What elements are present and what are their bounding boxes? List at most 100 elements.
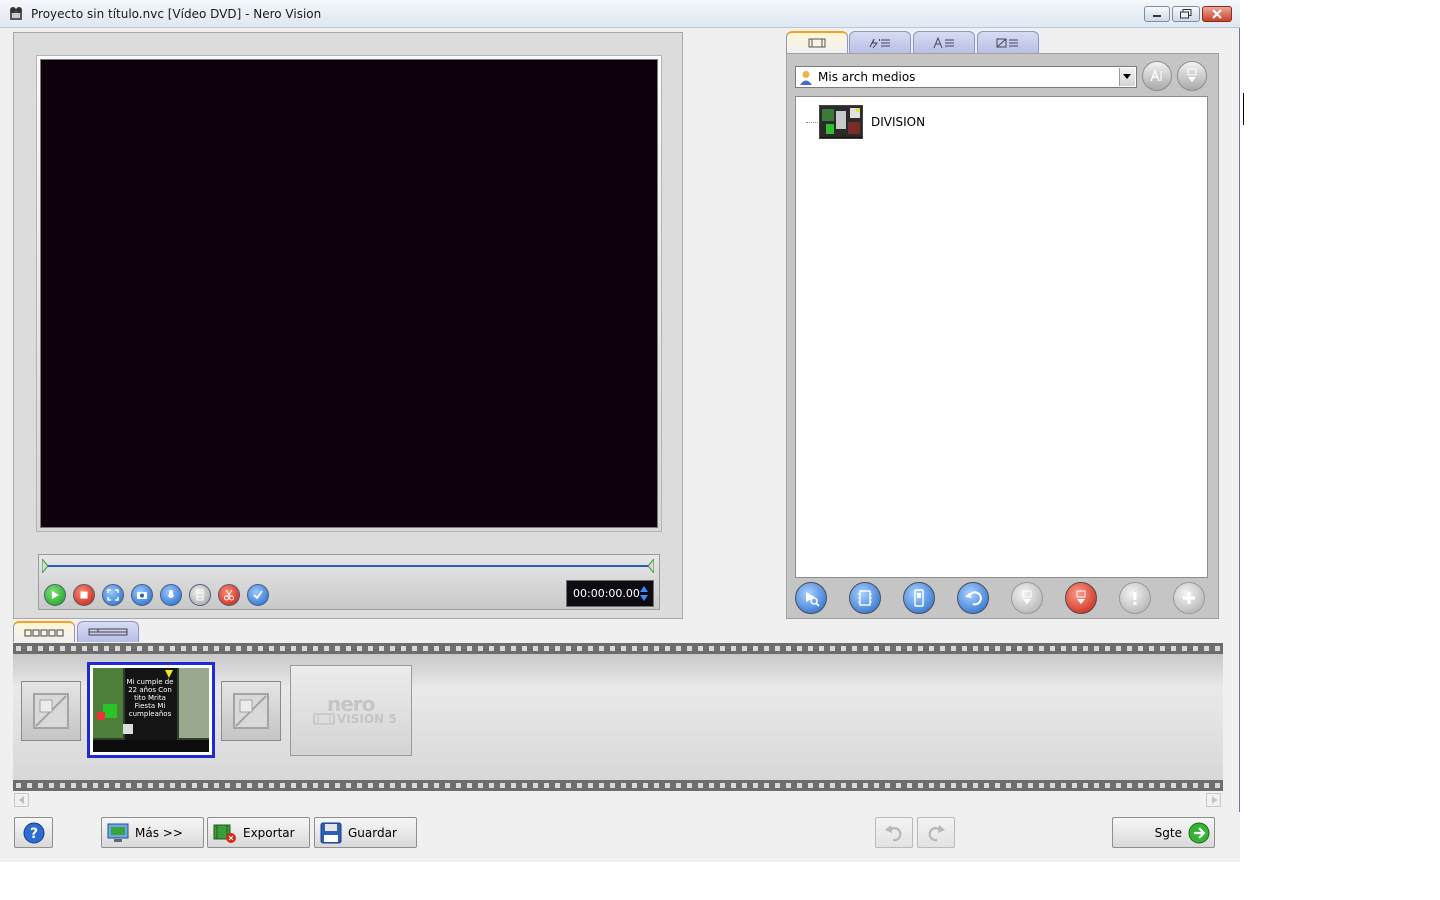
capture-video-button[interactable] bbox=[849, 582, 881, 614]
film-strip-top bbox=[13, 643, 1223, 654]
tree-connector bbox=[806, 122, 818, 123]
text-cursor bbox=[1243, 93, 1244, 125]
tab-effects[interactable] bbox=[849, 31, 911, 53]
film-strip-bottom bbox=[13, 780, 1223, 791]
search-play-icon bbox=[806, 592, 820, 607]
save-disk-icon bbox=[320, 822, 342, 843]
text-list-icon bbox=[933, 36, 954, 48]
camera-icon bbox=[137, 592, 147, 599]
stop-button[interactable] bbox=[73, 584, 95, 606]
cut-button[interactable] bbox=[218, 584, 240, 606]
restore-icon bbox=[1180, 9, 1192, 19]
next-arrow-icon bbox=[1188, 822, 1210, 843]
scroll-right-button[interactable] bbox=[1206, 793, 1221, 807]
clip-caption: Mi cumple de 22 años Con tito Mrita Fies… bbox=[126, 678, 174, 718]
seek-end-marker[interactable] bbox=[648, 559, 654, 573]
media-list[interactable]: DIVISION bbox=[795, 96, 1208, 578]
storyboard[interactable]: Mi cumple de 22 años Con tito Mrita Fies… bbox=[13, 643, 1223, 791]
fullscreen-button[interactable] bbox=[102, 584, 124, 606]
media-source-dropdown[interactable]: Mis arch medios bbox=[795, 66, 1137, 88]
import-device-button[interactable] bbox=[903, 582, 935, 614]
video-preview-screen[interactable] bbox=[40, 59, 658, 528]
media-info-button[interactable] bbox=[1119, 582, 1151, 614]
bottom-bar: ? Más >> Exportar Guardar Sgte bbox=[0, 812, 1240, 862]
film-capture-icon bbox=[858, 590, 872, 606]
microphone-icon bbox=[167, 590, 175, 598]
export-button[interactable]: Exportar bbox=[207, 817, 310, 848]
more-button-label: Más >> bbox=[135, 825, 183, 840]
storyboard-view-icon bbox=[24, 629, 64, 636]
import-down-icon bbox=[1187, 68, 1197, 82]
seek-start-marker[interactable] bbox=[42, 559, 48, 573]
help-button[interactable]: ? bbox=[14, 817, 53, 848]
transition-slot[interactable] bbox=[21, 681, 81, 741]
snapshot-button[interactable] bbox=[131, 584, 153, 606]
undo-button[interactable] bbox=[875, 817, 913, 848]
window-title: Proyecto sin título.nvc [Vídeo DVD] - Ne… bbox=[31, 7, 322, 21]
dropdown-arrow-button[interactable] bbox=[1119, 68, 1135, 86]
fullscreen-icon bbox=[107, 589, 119, 601]
timeline-view-icon bbox=[88, 628, 128, 636]
record-audio-button[interactable] bbox=[160, 584, 182, 606]
preview-bezel bbox=[36, 55, 662, 532]
plus-icon bbox=[1183, 592, 1195, 604]
storyboard-scrollbar[interactable] bbox=[13, 792, 1223, 808]
device-import-icon bbox=[914, 589, 924, 607]
media-item-label: DIVISION bbox=[871, 115, 926, 129]
tab-text[interactable] bbox=[913, 31, 975, 53]
monitor-more-icon bbox=[107, 823, 129, 842]
help-icon: ? bbox=[23, 822, 44, 843]
svg-text:?: ? bbox=[29, 826, 37, 842]
minimize-icon bbox=[1153, 15, 1161, 17]
chapter-button[interactable] bbox=[189, 584, 211, 606]
import-options-button[interactable] bbox=[1177, 61, 1207, 91]
nero-app-icon[interactable] bbox=[8, 6, 24, 22]
sort-alphabetical-button[interactable] bbox=[1142, 61, 1172, 91]
close-button[interactable] bbox=[1202, 6, 1232, 22]
seek-slider[interactable] bbox=[45, 565, 649, 567]
user-icon bbox=[800, 71, 812, 85]
media-source-value: Mis arch medios bbox=[818, 70, 916, 84]
scroll-left-button[interactable] bbox=[14, 793, 29, 807]
next-button[interactable]: Sgte bbox=[1112, 817, 1215, 848]
title-bar: Proyecto sin título.nvc [Vídeo DVD] - Ne… bbox=[0, 0, 1240, 28]
undo-import-button[interactable] bbox=[957, 582, 989, 614]
redo-button[interactable] bbox=[917, 817, 955, 848]
nero-vision-version: VISION 5 bbox=[337, 712, 397, 726]
media-thumbnail[interactable] bbox=[819, 105, 863, 139]
add-media-button[interactable] bbox=[1173, 582, 1205, 614]
transition-list-icon bbox=[996, 38, 1018, 47]
tab-transitions[interactable] bbox=[977, 31, 1039, 53]
undo-icon bbox=[885, 824, 902, 841]
transport-bar: 00:00:00.00 bbox=[38, 554, 660, 610]
undo-arrow-icon bbox=[965, 591, 982, 606]
clip-thumbnail: Mi cumple de 22 años Con tito Mrita Fies… bbox=[93, 668, 209, 752]
export-button-label: Exportar bbox=[243, 825, 295, 840]
library-panel: Mis arch medios DIVISION bbox=[786, 53, 1219, 619]
film-reel-icon bbox=[313, 713, 335, 725]
tab-storyboard[interactable] bbox=[13, 621, 75, 642]
empty-clip-placeholder[interactable]: nero VISION 5 bbox=[290, 665, 412, 756]
more-button[interactable]: Más >> bbox=[101, 817, 204, 848]
chevron-left-icon bbox=[18, 796, 24, 804]
add-to-storyboard-button[interactable] bbox=[1011, 582, 1043, 614]
apply-button[interactable] bbox=[247, 584, 269, 606]
timecode-spinner-icon[interactable] bbox=[639, 584, 649, 603]
transition-icon bbox=[33, 693, 69, 729]
tab-media[interactable] bbox=[786, 31, 848, 53]
transition-slot[interactable] bbox=[221, 681, 281, 741]
timecode-field[interactable]: 00:00:00.00 bbox=[566, 580, 654, 607]
storyboard-clip[interactable]: Mi cumple de 22 años Con tito Mrita Fies… bbox=[87, 662, 215, 758]
save-button[interactable]: Guardar bbox=[314, 817, 417, 848]
minimize-button[interactable] bbox=[1144, 6, 1170, 22]
stop-icon bbox=[80, 591, 88, 599]
checkmark-icon bbox=[253, 590, 263, 600]
restore-button[interactable] bbox=[1172, 6, 1200, 22]
tab-timeline[interactable] bbox=[77, 621, 139, 642]
film-frame-icon bbox=[196, 589, 204, 601]
remove-media-button[interactable] bbox=[1065, 582, 1097, 614]
film-strip-icon bbox=[808, 38, 826, 48]
sort-az-icon bbox=[1150, 69, 1162, 82]
browse-media-button[interactable] bbox=[795, 582, 827, 614]
play-button[interactable] bbox=[44, 584, 66, 606]
